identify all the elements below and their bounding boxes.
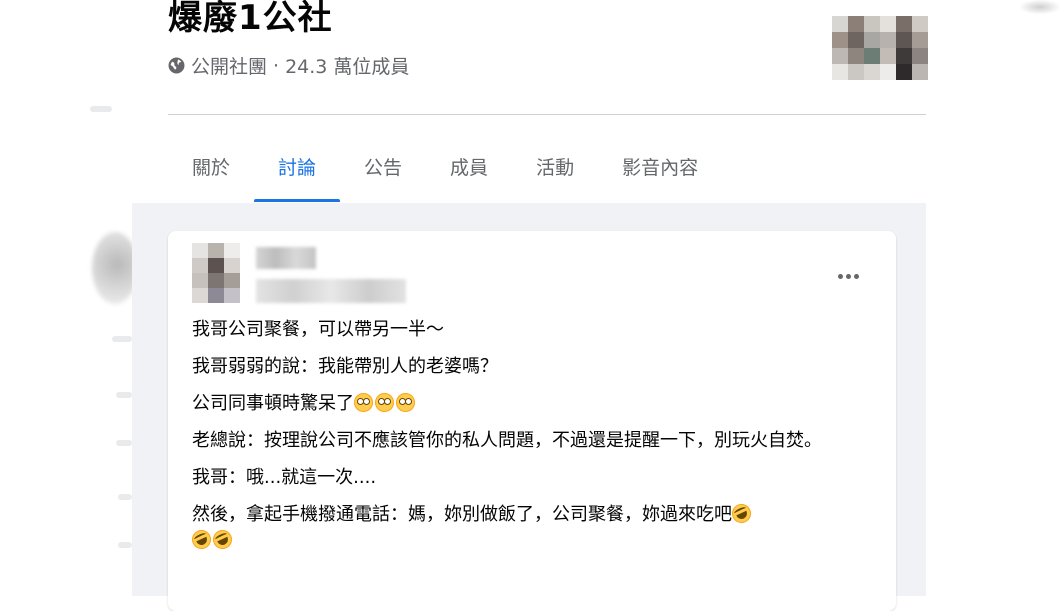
rolling-laughing-icon: [188, 526, 215, 553]
flushed-face-icon: [375, 393, 394, 412]
post-line: 老總說：按理說公司不應該管你的私人問題，不過還是提醒一下，別玩火自焚。: [192, 430, 822, 451]
group-meta: 公開社團 · 24.3 萬位成員: [168, 52, 409, 79]
post-line-with-emoji: 公司同事頓時驚呆了: [192, 391, 872, 417]
faded-text: [90, 106, 112, 112]
group-title[interactable]: 爆廢1公社: [168, 0, 333, 39]
faded-text: [116, 440, 132, 446]
author-avatar[interactable]: [192, 243, 240, 303]
tab-media[interactable]: 影音內容: [598, 130, 722, 202]
tab-events[interactable]: 活動: [512, 130, 598, 202]
post-line: 我哥：哦...就這一次....: [192, 467, 377, 488]
post-line: 我哥公司聚餐，可以帶另一半～: [192, 319, 444, 340]
group-privacy[interactable]: 公開社團: [191, 52, 267, 79]
post-meta-blurred: [256, 279, 406, 303]
post-body: 我哥公司聚餐，可以帶另一半～ 我哥弱弱的說：我能帶別人的老婆嗎？ 公司同事頓時驚…: [188, 317, 872, 565]
faded-text: [118, 542, 132, 548]
more-dot-icon: [853, 273, 859, 279]
post-line-with-emoji: 然後，拿起手機撥通電話：媽，妳別做飯了，公司聚餐，妳過來吃吧: [188, 500, 872, 554]
more-dot-icon: [845, 273, 851, 279]
meta-separator: ·: [273, 54, 280, 77]
more-dot-icon: [837, 273, 843, 279]
post-line-text: 然後，拿起手機撥通電話：媽，妳別做飯了，公司聚餐，妳過來吃吧: [192, 504, 732, 525]
faded-corner: [1020, 0, 1060, 14]
author-name-blurred[interactable]: [256, 247, 316, 269]
header-divider: [168, 114, 926, 115]
rolling-laughing-icon: [728, 500, 755, 527]
tab-announcements[interactable]: 公告: [340, 130, 426, 202]
post-options-button[interactable]: [828, 261, 868, 291]
group-cover-photo[interactable]: [832, 16, 928, 80]
flushed-face-icon: [354, 393, 373, 412]
post-card: 我哥公司聚餐，可以帶另一半～ 我哥弱弱的說：我能帶別人的老婆嗎？ 公司同事頓時驚…: [168, 231, 896, 611]
flushed-face-icon: [396, 393, 415, 412]
post-line: 我哥弱弱的說：我能帶別人的老婆嗎？: [192, 356, 498, 377]
faded-text: [116, 392, 132, 398]
member-count[interactable]: 24.3 萬位成員: [285, 52, 409, 79]
post-line-text: 公司同事頓時驚呆了: [192, 393, 354, 414]
tab-members[interactable]: 成員: [426, 130, 512, 202]
globe-icon: [168, 57, 185, 74]
faded-text: [118, 494, 132, 500]
rolling-laughing-icon: [209, 526, 236, 553]
faded-text: [112, 336, 132, 342]
tab-about[interactable]: 關於: [168, 130, 254, 202]
tab-discussion[interactable]: 討論: [254, 130, 341, 202]
group-tabs: 關於 討論 公告 成員 活動 影音內容: [168, 130, 722, 202]
